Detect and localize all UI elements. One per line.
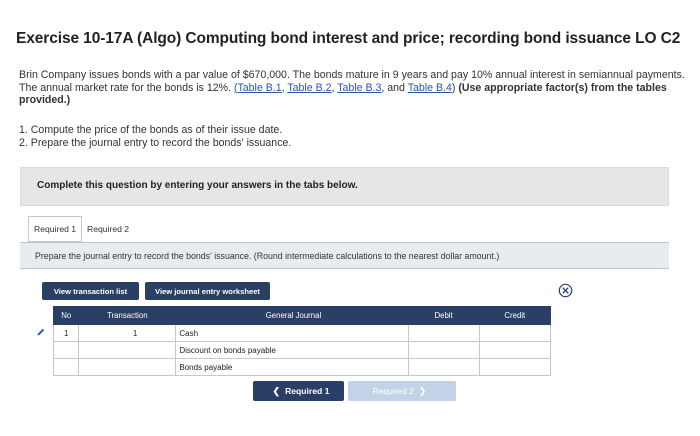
row-transaction <box>78 341 177 359</box>
header-general-journal: General Journal <box>175 306 409 325</box>
header-debit: Debit <box>407 306 480 325</box>
header-transaction: Transaction <box>78 306 177 325</box>
table-row: Bonds payable <box>36 358 552 376</box>
tab-required-2[interactable]: Required 2 <box>82 216 134 242</box>
pencil-icon[interactable] <box>36 327 46 337</box>
table-b2-link[interactable]: Table B.2 <box>287 82 331 94</box>
required-1-button[interactable]: ❮ Required 1 <box>253 381 344 401</box>
debit-cell[interactable] <box>407 324 480 342</box>
separator: , and <box>381 81 408 94</box>
requirement-tabs: Required 1 Required 2 <box>28 216 134 242</box>
row-no <box>53 358 80 376</box>
row-no <box>53 341 80 359</box>
table-row: Discount on bonds payable <box>36 341 552 359</box>
account-cell[interactable]: Cash <box>175 324 409 342</box>
required-2-label: Required 2 <box>372 386 414 396</box>
debit-cell[interactable] <box>407 341 480 359</box>
row-transaction <box>78 358 177 376</box>
problem-statement: Brin Company issues bonds with a par val… <box>19 69 689 107</box>
prompt-text: Prepare the journal entry to record the … <box>35 251 500 261</box>
credit-cell[interactable] <box>478 341 552 359</box>
exercise-title: Exercise 10-17A (Algo) Computing bond in… <box>16 30 681 47</box>
prompt-bar: Prepare the journal entry to record the … <box>20 242 669 269</box>
edit-cell[interactable] <box>36 325 54 342</box>
edit-cell <box>36 342 54 359</box>
view-journal-worksheet-button[interactable]: View journal entry worksheet <box>145 282 270 300</box>
credit-cell[interactable] <box>478 324 552 342</box>
instruction-box: Complete this question by entering your … <box>20 167 669 206</box>
journal-grid: No Transaction General Journal Debit Cre… <box>36 306 552 376</box>
view-transaction-list-button[interactable]: View transaction list <box>42 282 139 300</box>
row-no: 1 <box>53 324 80 342</box>
account-cell[interactable]: Discount on bonds payable <box>175 341 409 359</box>
chevron-right-icon: ❯ <box>418 385 427 396</box>
debit-cell[interactable] <box>407 358 480 376</box>
close-circle-icon[interactable] <box>558 283 573 298</box>
table-row: 1 1 Cash <box>36 324 552 342</box>
header-no: No <box>53 306 80 325</box>
account-cell[interactable]: Bonds payable <box>175 358 409 376</box>
chevron-left-icon: ❮ <box>272 385 281 396</box>
requirement-1: 1. Compute the price of the bonds as of … <box>19 124 283 136</box>
table-b1-link[interactable]: (Table B.1 <box>234 82 282 94</box>
edit-header-spacer <box>36 306 54 325</box>
instruction-text: Complete this question by entering your … <box>37 180 358 191</box>
header-credit: Credit <box>478 306 552 325</box>
table-b3-link[interactable]: Table B.3 <box>337 82 381 94</box>
row-transaction: 1 <box>78 324 177 342</box>
required-1-label: Required 1 <box>285 386 330 396</box>
requirement-2: 2. Prepare the journal entry to record t… <box>19 137 292 149</box>
edit-cell <box>36 359 54 376</box>
required-2-button[interactable]: Required 2 ❯ <box>348 381 456 401</box>
journal-header-row: No Transaction General Journal Debit Cre… <box>36 306 552 325</box>
table-b4-link[interactable]: Table B.4 <box>408 82 452 94</box>
requirements-list: 1. Compute the price of the bonds as of … <box>19 124 291 150</box>
credit-cell[interactable] <box>478 358 552 376</box>
tab-required-1[interactable]: Required 1 <box>28 216 83 242</box>
